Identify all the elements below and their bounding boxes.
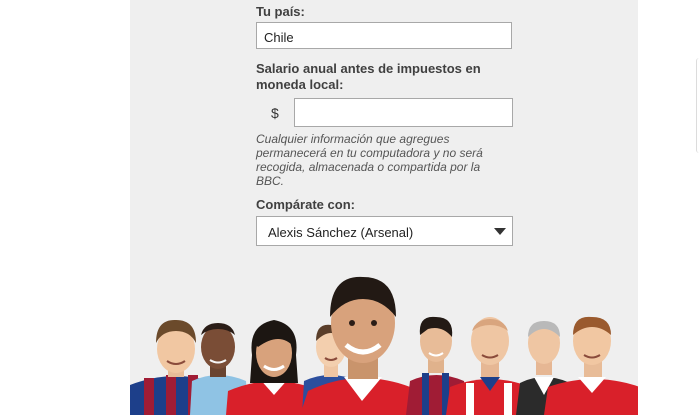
salary-input[interactable]: [294, 98, 513, 127]
currency-symbol: $: [271, 105, 279, 121]
compare-player-select[interactable]: Alexis Sánchez (Arsenal): [256, 216, 513, 246]
country-field[interactable]: Chile: [256, 22, 512, 49]
footballers-illustration: [130, 276, 638, 415]
salary-calculator-panel: Tu país: Chile Salario anual antes de im…: [130, 0, 638, 415]
compare-selected-value: Alexis Sánchez (Arsenal): [268, 225, 414, 240]
compare-label: Compárate con:: [256, 197, 355, 212]
caret-down-icon: [494, 228, 506, 235]
salary-label: Salario anual antes de impuestos en mone…: [256, 61, 481, 92]
country-label: Tu país:: [256, 4, 305, 19]
privacy-note: Cualquier información que agregues perma…: [256, 132, 483, 188]
